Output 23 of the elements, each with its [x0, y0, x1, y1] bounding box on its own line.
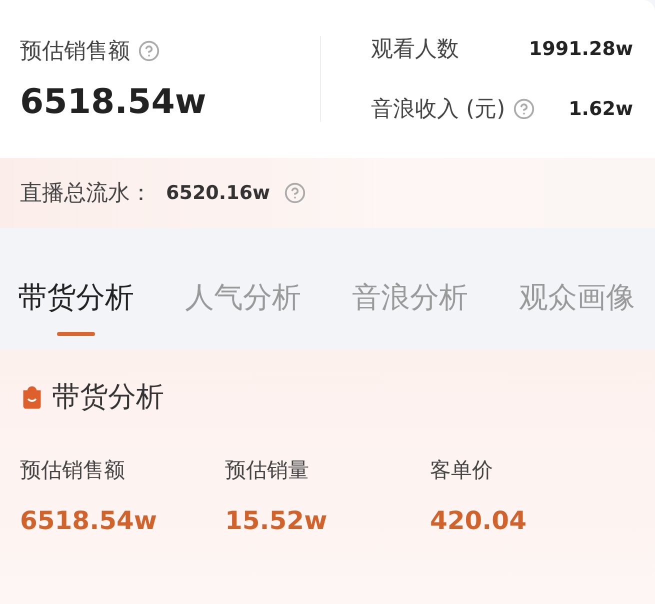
- stat-value: 1.62w: [568, 98, 633, 120]
- flow-value: 6520.16w: [166, 182, 270, 204]
- section-title: 带货分析: [52, 379, 164, 415]
- metric-value: 420.04: [430, 506, 528, 535]
- stat-value: 1991.28w: [528, 38, 633, 60]
- tab[interactable]: 带货分析: [18, 278, 134, 318]
- help-icon[interactable]: [284, 182, 306, 204]
- flow-label: 直播总流水：: [20, 180, 152, 208]
- tab-underline: [57, 332, 95, 336]
- metric-value: 15.52w: [225, 506, 328, 535]
- metric-label: 客单价: [430, 457, 494, 484]
- stat-label: 音浪收入 (元): [371, 96, 506, 124]
- stat-label: 预估销售额: [20, 38, 130, 66]
- help-icon[interactable]: [138, 40, 160, 62]
- tab[interactable]: 音浪分析: [352, 278, 468, 318]
- stat-value: 6518.54w: [20, 82, 208, 122]
- tab[interactable]: 观众画像: [519, 278, 635, 318]
- tab[interactable]: 人气分析: [185, 278, 301, 318]
- metric-label: 预估销售额: [20, 457, 126, 484]
- metric-value: 6518.54w: [20, 506, 158, 535]
- stat-label: 观看人数: [371, 36, 459, 64]
- help-icon[interactable]: [513, 98, 536, 120]
- metric-label: 预估销量: [225, 457, 310, 484]
